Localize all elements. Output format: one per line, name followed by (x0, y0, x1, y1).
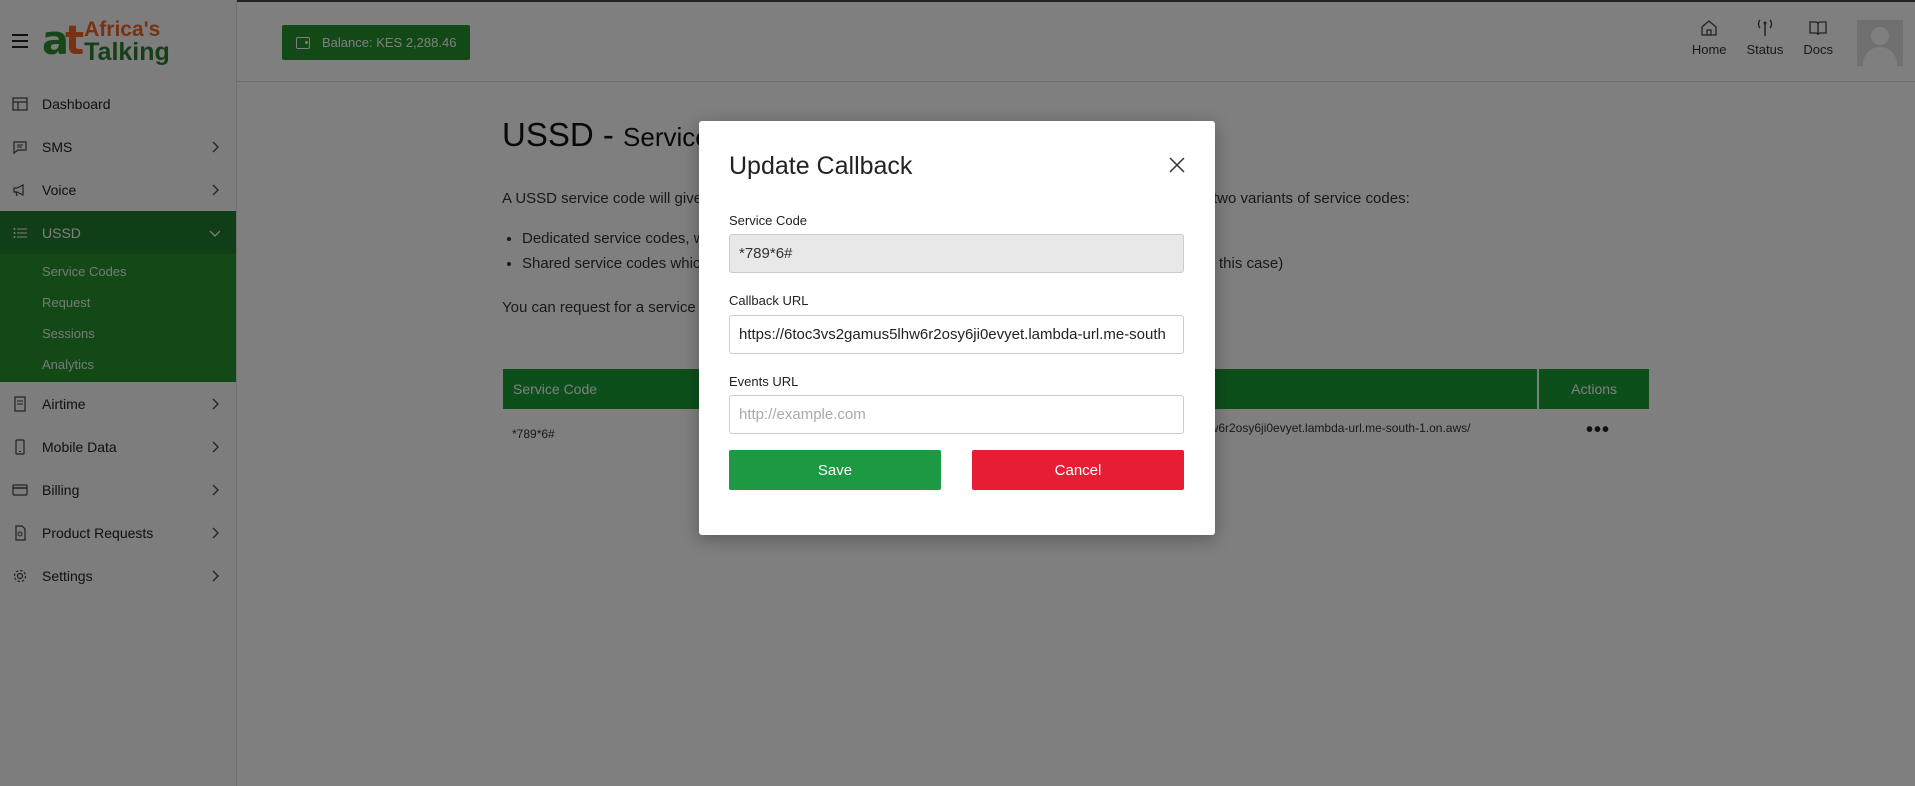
events-url-field[interactable] (729, 395, 1184, 434)
close-icon[interactable] (1167, 155, 1187, 175)
callback-url-label: Callback URL (729, 293, 809, 308)
service-code-field: *789*6# (729, 234, 1184, 273)
events-url-label: Events URL (729, 374, 799, 389)
modal-title: Update Callback (729, 152, 913, 180)
save-button[interactable]: Save (729, 450, 941, 490)
service-code-label: Service Code (729, 213, 808, 228)
callback-url-field[interactable] (729, 315, 1184, 354)
events-url-input[interactable] (739, 406, 1174, 423)
update-callback-modal: Update Callback Service Code *789*6# Cal… (699, 121, 1215, 535)
cancel-button[interactable]: Cancel (972, 450, 1184, 490)
callback-url-input[interactable] (739, 326, 1174, 343)
